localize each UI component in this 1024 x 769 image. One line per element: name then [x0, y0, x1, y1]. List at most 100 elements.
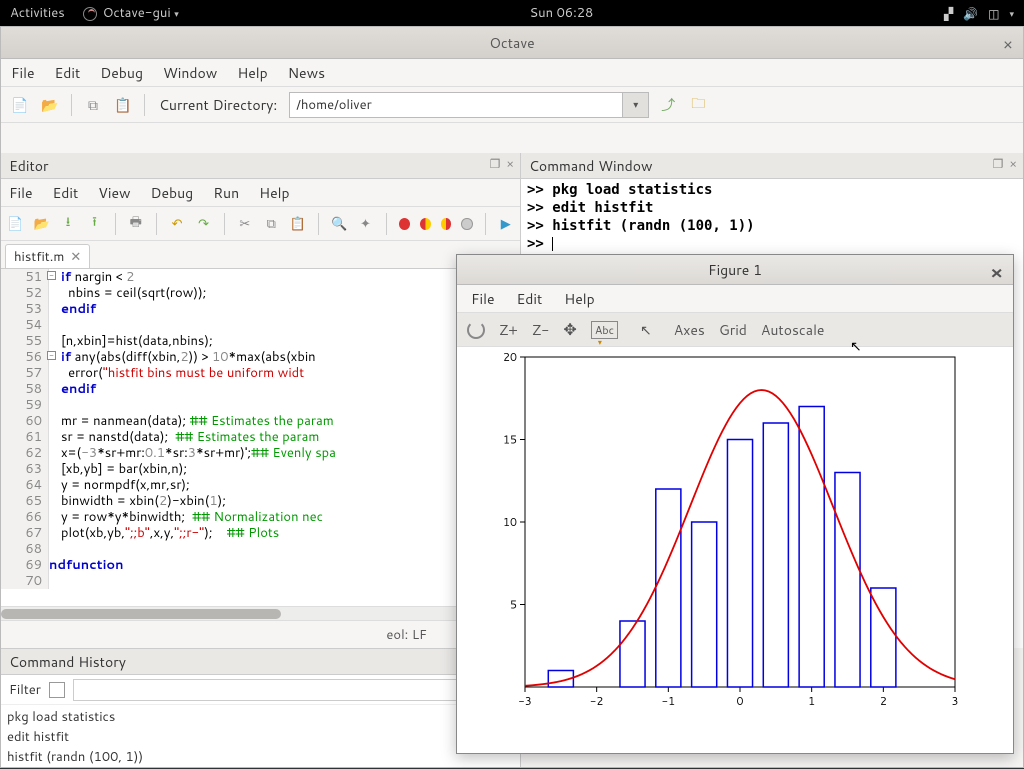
code-line[interactable]: 70: [1, 573, 520, 589]
filter-checkbox[interactable]: [49, 682, 65, 698]
file-tab-histfit[interactable]: histfit.m ✕: [5, 244, 90, 268]
code-line[interactable]: 53endif: [1, 301, 520, 317]
clock[interactable]: Sun 06:28: [179, 4, 944, 22]
code-line[interactable]: 60mr = nanmean(data); ## Estimates the p…: [1, 413, 520, 429]
insert-text-icon[interactable]: Abc: [591, 321, 618, 339]
history-item[interactable]: edit histfit: [7, 727, 514, 747]
breakpoint-clear-icon[interactable]: [461, 218, 472, 230]
code-line[interactable]: 63[xb,yb] = bar(xbin,n);: [1, 461, 520, 477]
code-line[interactable]: 57 error("histfit bins must be uniform w…: [1, 365, 520, 381]
copy-icon[interactable]: ⧉: [263, 215, 279, 233]
undo-icon[interactable]: ↶: [169, 215, 185, 233]
breakpoint-next-icon[interactable]: [441, 218, 452, 230]
code-line[interactable]: 68: [1, 541, 520, 557]
volume-icon[interactable]: 🔊: [963, 5, 978, 22]
code-line[interactable]: 51−if nargin < 2: [1, 269, 520, 285]
activities-button[interactable]: Activities: [10, 4, 65, 22]
current-directory-combo[interactable]: /home/oliver ▾: [289, 92, 649, 118]
code-line[interactable]: 56−if any(abs(diff(xbin,2)) > 10*max(abs…: [1, 349, 520, 365]
find-icon[interactable]: 🔍: [331, 215, 347, 233]
editor-menu-help[interactable]: Help: [259, 183, 289, 203]
menu-file[interactable]: File: [11, 63, 35, 83]
dir-up-icon[interactable]: ⤴: [657, 95, 679, 115]
rotate-icon[interactable]: [467, 321, 485, 339]
save-all-icon[interactable]: ⭱: [86, 215, 102, 233]
figure-menu-help[interactable]: Help: [564, 289, 594, 309]
filter-input[interactable]: [73, 679, 512, 701]
autoscale-button[interactable]: Autoscale: [761, 320, 825, 340]
menu-news[interactable]: News: [288, 63, 325, 83]
code-line[interactable]: 52 nbins = ceil(sqrt(row));: [1, 285, 520, 301]
code-line[interactable]: 69endfunction: [1, 557, 520, 573]
code-line[interactable]: 59: [1, 397, 520, 413]
new-script-icon[interactable]: 📄: [9, 95, 31, 115]
code-line[interactable]: 67plot(xb,yb,";;b",x,y,";;r-"); ## Plots: [1, 525, 520, 541]
menu-help[interactable]: Help: [237, 63, 267, 83]
breakpoint-prev-icon[interactable]: [420, 218, 431, 230]
pan-icon[interactable]: ✥: [563, 318, 576, 341]
redo-icon[interactable]: ↷: [195, 215, 211, 233]
code-line[interactable]: 65binwidth = xbin(2)-xbin(1);: [1, 493, 520, 509]
paste-icon[interactable]: 📋: [112, 95, 134, 115]
zoom-out-button[interactable]: Z-: [532, 320, 550, 340]
editor-menu-view[interactable]: View: [98, 183, 130, 203]
editor-menu-run[interactable]: Run: [213, 183, 239, 203]
history-list[interactable]: pkg load statisticsedit histfithistfit (…: [1, 705, 520, 769]
code-line[interactable]: 61sr = nanstd(data); ## Estimates the pa…: [1, 429, 520, 445]
save-icon[interactable]: ⭳: [60, 215, 76, 233]
window-titlebar[interactable]: Octave ×: [1, 27, 1023, 59]
history-item[interactable]: histfit (randn (100, 1)): [7, 747, 514, 767]
copy-icon[interactable]: ⧉: [82, 95, 104, 115]
editor-menu-file[interactable]: File: [9, 183, 33, 203]
window-close-icon[interactable]: ×: [1003, 33, 1013, 56]
code-line[interactable]: 66y = row*y*binwidth; ## Normalization n…: [1, 509, 520, 525]
zoom-in-button[interactable]: Z+: [499, 320, 518, 340]
command-history-title[interactable]: Command History: [1, 649, 520, 675]
code-line[interactable]: 58endif: [1, 381, 520, 397]
code-line[interactable]: 55[n,xbin]=hist(data,nbins);: [1, 333, 520, 349]
print-icon[interactable]: 🖶: [128, 215, 144, 233]
history-item[interactable]: pkg load statistics: [7, 707, 514, 727]
figure-plot-area[interactable]: -3-2-101235101520: [457, 347, 1013, 753]
code-editor[interactable]: 51−if nargin < 252 nbins = ceil(sqrt(row…: [1, 269, 520, 620]
pane-close-icon[interactable]: ×: [506, 155, 514, 172]
app-menu[interactable]: Octave-gui ▾: [83, 4, 179, 22]
figure-titlebar[interactable]: Figure 1 ×: [457, 255, 1013, 285]
browse-folder-icon[interactable]: 🗀: [687, 95, 709, 115]
editor-pane-title[interactable]: Editor ❐×: [1, 153, 520, 179]
paste-icon[interactable]: 📋: [290, 215, 306, 233]
horizontal-scrollbar[interactable]: [1, 606, 520, 620]
code-line[interactable]: 62x=(-3*sr+mr:0.1*sr:3*sr+mr)';## Evenly…: [1, 445, 520, 461]
new-file-icon[interactable]: 📄: [7, 215, 23, 233]
menu-window[interactable]: Window: [163, 63, 217, 83]
pane-close-icon[interactable]: ×: [1009, 155, 1017, 172]
pane-float-icon[interactable]: ❐: [490, 155, 501, 172]
editor-menu-debug[interactable]: Debug: [151, 183, 194, 203]
figure-menu-file[interactable]: File: [471, 289, 495, 309]
pane-float-icon[interactable]: ❐: [993, 155, 1004, 172]
system-menu-caret[interactable]: ▾: [1009, 7, 1014, 20]
code-line[interactable]: 64y = normpdf(x,mr,sr);: [1, 477, 520, 493]
command-window-title[interactable]: Command Window ❐×: [521, 153, 1023, 179]
breakpoint-toggle-icon[interactable]: [399, 218, 410, 230]
code-line[interactable]: 54: [1, 317, 520, 333]
menu-debug[interactable]: Debug: [100, 63, 143, 83]
pointer-icon[interactable]: ↖: [640, 320, 652, 340]
find-replace-icon[interactable]: ✦: [357, 215, 373, 233]
open-folder-icon[interactable]: 📂: [39, 95, 61, 115]
grid-button[interactable]: Grid: [719, 320, 747, 340]
scrollbar-thumb[interactable]: [1, 609, 281, 619]
figure-window[interactable]: Figure 1 × File Edit Help Z+ Z- ✥ Abc ↖ …: [456, 254, 1014, 754]
network-icon[interactable]: ▞: [944, 5, 953, 22]
menu-edit[interactable]: Edit: [55, 63, 81, 83]
axes-button[interactable]: Axes: [674, 320, 705, 340]
tab-close-icon[interactable]: ✕: [70, 248, 81, 266]
open-file-icon[interactable]: 📂: [33, 215, 49, 233]
editor-menu-edit[interactable]: Edit: [53, 183, 79, 203]
figure-close-icon[interactable]: ×: [990, 259, 1003, 285]
figure-menu-edit[interactable]: Edit: [517, 289, 543, 309]
battery-icon[interactable]: ◫: [988, 5, 999, 22]
cut-icon[interactable]: ✂: [237, 215, 253, 233]
dropdown-icon[interactable]: ▾: [622, 93, 648, 117]
run-icon[interactable]: ▶: [497, 215, 513, 233]
